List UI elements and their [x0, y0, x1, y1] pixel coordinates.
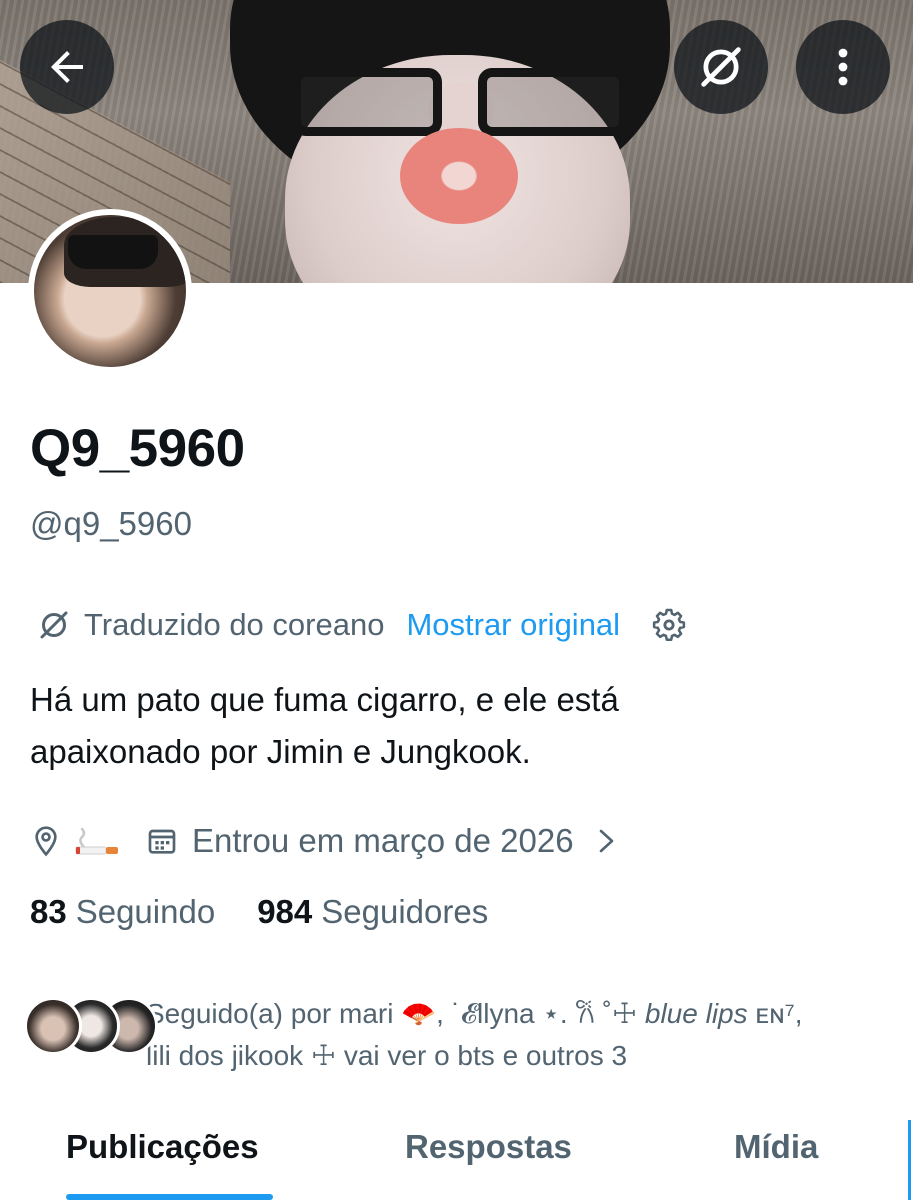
more-options-button[interactable] [796, 20, 890, 114]
followed-by-line2: lili dos jikook ☩ vai ver o bts e outros… [146, 1040, 628, 1071]
profile-tabs: Publicações Respostas Mídia [0, 1110, 913, 1200]
followed-by-suffix: ᴇɴ⁷, [747, 998, 803, 1029]
joined-date[interactable]: Entrou em março de 2026 [192, 822, 574, 860]
scroll-edge-indicator [908, 1120, 911, 1200]
translate-toggle-button[interactable] [674, 20, 768, 114]
tab-midia[interactable]: Mídia [734, 1128, 818, 1166]
followed-by-prefix: Seguido(a) por mari [146, 998, 402, 1029]
location-pin-icon [35, 826, 57, 857]
fan-emoji: 🪭 [401, 998, 437, 1029]
back-button[interactable] [20, 20, 114, 114]
follow-stats: 83 Seguindo 984 Seguidores [30, 893, 488, 931]
display-name: Q9_5960 [30, 419, 245, 478]
cigarette-emoji [75, 827, 118, 855]
avatar-sunglasses [68, 235, 158, 269]
followers-count: 984 [257, 893, 313, 930]
chevron-right-icon[interactable] [596, 826, 618, 856]
following-count: 83 [30, 893, 67, 930]
following-label: Seguindo [75, 893, 216, 930]
calendar-icon [148, 829, 176, 854]
profile-meta: Entrou em março de 2026 [30, 818, 618, 864]
followed-by[interactable]: Seguido(a) por mari 🪭, ˙𝓔llyna ⋆. 𐙚 ˚☩ b… [24, 993, 904, 1073]
tab-respostas[interactable]: Respostas [405, 1128, 572, 1166]
translate-slash-icon [701, 47, 741, 87]
avatar[interactable] [28, 209, 192, 373]
following-link[interactable]: 83 Seguindo [30, 893, 215, 931]
profile-bio: Há um pato que fuma cigarro, e ele está … [30, 674, 890, 778]
translate-slash-icon [40, 611, 68, 639]
banner-glasses-left [292, 68, 442, 136]
bio-line: apaixonado por Jimin e Jungkook. [30, 733, 531, 770]
show-original-link[interactable]: Mostrar original [406, 607, 620, 643]
user-handle: @q9_5960 [30, 505, 192, 542]
followers-label: Seguidores [321, 893, 489, 930]
followed-by-text: Seguido(a) por mari 🪭, ˙𝓔llyna ⋆. 𐙚 ˚☩ b… [146, 993, 906, 1077]
translation-label: Traduzido do coreano [84, 607, 385, 642]
tab-publicacoes[interactable]: Publicações [66, 1128, 259, 1166]
followed-by-name: , ˙𝓔llyna ⋆. 𐙚 ˚☩ [436, 998, 645, 1029]
active-tab-indicator [66, 1194, 273, 1200]
banner-glasses-right [478, 68, 628, 136]
arrow-left-icon [51, 51, 83, 83]
followed-by-name-italic: blue lips [644, 998, 748, 1029]
more-vertical-icon [838, 48, 848, 86]
gear-icon[interactable] [650, 606, 688, 644]
translation-notice: Traduzido do coreano Mostrar original [36, 603, 688, 647]
banner-lips [400, 128, 518, 224]
followers-link[interactable]: 984 Seguidores [257, 893, 488, 931]
follower-avatar [24, 997, 82, 1055]
bio-line: Há um pato que fuma cigarro, e ele está [30, 681, 619, 718]
